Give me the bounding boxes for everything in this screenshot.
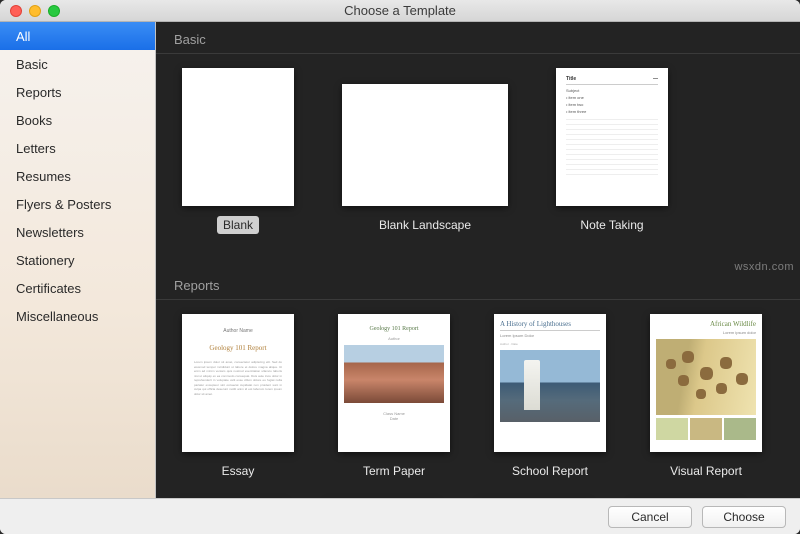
sidebar-item-label: Reports [16, 85, 62, 100]
sidebar-item-all[interactable]: All [0, 22, 155, 50]
sidebar-item-basic[interactable]: Basic [0, 50, 155, 78]
sidebar-item-reports[interactable]: Reports [0, 78, 155, 106]
template-essay[interactable]: Author Name Geology 101 Report Lorem ips… [174, 314, 302, 480]
template-label: School Report [506, 462, 594, 480]
sidebar-item-label: Letters [16, 141, 56, 156]
sidebar-item-label: Newsletters [16, 225, 84, 240]
sidebar-item-label: Miscellaneous [16, 309, 98, 324]
sidebar-item-resumes[interactable]: Resumes [0, 162, 155, 190]
choose-button[interactable]: Choose [702, 506, 786, 528]
window-title: Choose a Template [0, 3, 800, 18]
sidebar-item-label: Basic [16, 57, 48, 72]
thumb-title: Geology 101 Report [344, 326, 444, 332]
template-label: Visual Report [664, 462, 748, 480]
template-label: Note Taking [574, 216, 649, 234]
titlebar: Choose a Template [0, 0, 800, 22]
template-thumb: Geology 101 Report Author Class NameDate [338, 314, 450, 452]
thumb-sub: Lorem Ipsum Dolor [500, 333, 600, 338]
thumb-title: Geology 101 Report [194, 344, 282, 352]
template-note-taking[interactable]: Title— Subject • item one • item two • i… [548, 68, 676, 234]
template-school-report[interactable]: A History of Lighthouses Lorem Ipsum Dol… [486, 314, 614, 480]
watermark: wsxdn.com [734, 261, 794, 273]
template-thumb: Title— Subject • item one • item two • i… [556, 68, 668, 206]
sidebar-item-letters[interactable]: Letters [0, 134, 155, 162]
footer: Cancel Choose [0, 498, 800, 534]
sidebar-item-newsletters[interactable]: Newsletters [0, 218, 155, 246]
thumb-title: African Wildlife [656, 320, 756, 328]
sidebar-item-label: Certificates [16, 281, 81, 296]
thumb-title: A History of Lighthouses [500, 320, 600, 331]
sidebar-item-stationery[interactable]: Stationery [0, 246, 155, 274]
template-blank[interactable]: Blank [174, 68, 302, 234]
sidebar-item-label: Books [16, 113, 52, 128]
template-thumb: African Wildlife Lorem ipsum dolor [650, 314, 762, 452]
template-thumb: A History of Lighthouses Lorem Ipsum Dol… [494, 314, 606, 452]
template-thumb [182, 68, 294, 206]
template-label: Blank [217, 216, 259, 234]
sidebar-item-flyers-posters[interactable]: Flyers & Posters [0, 190, 155, 218]
sidebar-item-label: Stationery [16, 253, 75, 268]
sidebar-item-label: Flyers & Posters [16, 197, 111, 212]
thumb-sub: Lorem ipsum dolor [656, 330, 756, 335]
section-header: Basic [156, 22, 800, 54]
template-label: Essay [216, 462, 261, 480]
sidebar-item-books[interactable]: Books [0, 106, 155, 134]
template-term-paper[interactable]: Geology 101 Report Author Class NameDate… [330, 314, 458, 480]
template-label: Blank Landscape [373, 216, 477, 234]
sidebar-item-miscellaneous[interactable]: Miscellaneous [0, 302, 155, 330]
sidebar-item-label: Resumes [16, 169, 71, 184]
template-gallery: Basic Blank Blank Landscape Title— [156, 22, 800, 498]
template-label: Term Paper [357, 462, 431, 480]
template-thumb [342, 84, 508, 206]
template-blank-landscape[interactable]: Blank Landscape [342, 68, 508, 234]
sidebar: All Basic Reports Books Letters Resumes … [0, 22, 156, 498]
section-basic: Basic Blank Blank Landscape Title— [156, 22, 800, 268]
section-header: Reports [156, 268, 800, 300]
sidebar-item-label: All [16, 29, 30, 44]
template-thumb: Author Name Geology 101 Report Lorem ips… [182, 314, 294, 452]
section-reports: Reports Author Name Geology 101 Report L… [156, 268, 800, 498]
sidebar-item-certificates[interactable]: Certificates [0, 274, 155, 302]
cancel-button[interactable]: Cancel [608, 506, 692, 528]
template-visual-report[interactable]: African Wildlife Lorem ipsum dolor [642, 314, 770, 480]
